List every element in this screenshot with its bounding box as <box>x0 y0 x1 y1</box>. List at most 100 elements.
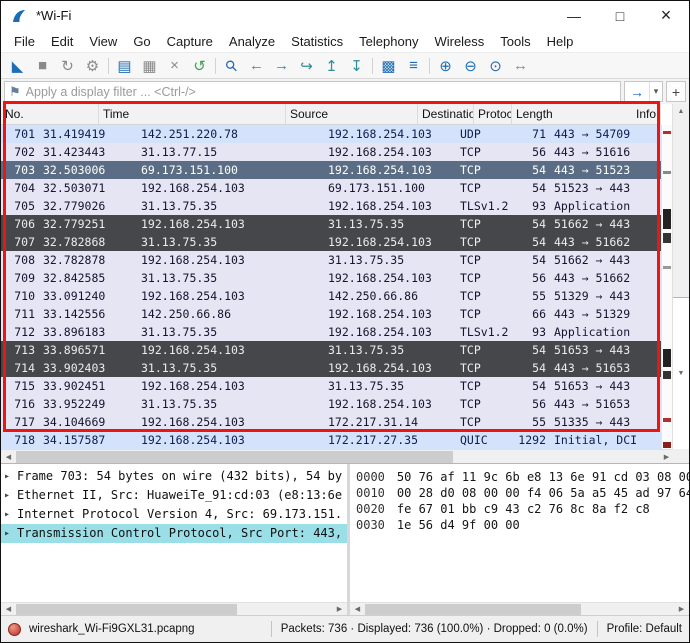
packet-row[interactable]: 712 33.896183 31.13.75.35 192.168.254.10… <box>1 323 661 341</box>
go-last-packet-icon[interactable]: ↧ <box>344 55 369 77</box>
go-forward-icon[interactable]: → <box>269 55 294 77</box>
packet-row[interactable]: 709 32.842585 31.13.75.35 192.168.254.10… <box>1 269 661 287</box>
capture-file-name: wireshark_Wi-Fi9GXL31.pcapng <box>29 623 195 635</box>
packet-row[interactable]: 706 32.779251 192.168.254.103 31.13.75.3… <box>1 215 661 233</box>
display-filter-input[interactable] <box>26 85 616 99</box>
detail-tree-line[interactable]: ▸ Ethernet II, Src: HuaweiTe_91:cd:03 (e… <box>1 486 347 505</box>
packet-row[interactable]: 704 32.503071 192.168.254.103 69.173.151… <box>1 179 661 197</box>
hex-dump-line[interactable]: 001000 28 d0 08 00 00 f4 06 5a a5 45 ad … <box>356 485 689 501</box>
minimize-button[interactable]: — <box>551 1 597 30</box>
minimap-mark <box>663 266 671 269</box>
toolbar-separator[interactable] <box>105 55 112 77</box>
filter-bar: ⚑ → ▾ + <box>1 79 689 104</box>
packet-row[interactable]: 714 33.902403 31.13.75.35 192.168.254.10… <box>1 359 661 377</box>
packet-list-hscrollbar[interactable]: ◀ ▶ <box>1 449 674 463</box>
go-to-packet-icon[interactable]: ↪ <box>294 55 319 77</box>
filter-dropdown-icon[interactable]: ▾ <box>649 82 662 101</box>
menu-item[interactable]: Go <box>125 32 158 51</box>
packet-minimap[interactable] <box>661 125 672 449</box>
menu-item[interactable]: Statistics <box>283 32 351 51</box>
add-filter-button-icon[interactable]: + <box>666 81 686 102</box>
start-capture-icon[interactable]: ◣ <box>5 55 30 77</box>
close-button[interactable]: × <box>643 1 689 30</box>
go-back-icon[interactable]: ← <box>244 55 269 77</box>
status-bar: wireshark_Wi-Fi9GXL31.pcapng Packets: 73… <box>1 615 689 642</box>
menu-item[interactable]: Telephony <box>351 32 426 51</box>
detail-tree-line[interactable]: ▸ Internet Protocol Version 4, Src: 69.1… <box>1 505 347 524</box>
menu-item[interactable]: Edit <box>43 32 81 51</box>
hscroll-thumb[interactable] <box>16 604 237 615</box>
bytes-hscrollbar[interactable]: ◀ ▶ <box>350 602 689 615</box>
packet-list-vscrollbar[interactable]: ▲ ▼ <box>672 104 689 449</box>
expert-info-icon[interactable] <box>8 623 21 636</box>
column-header[interactable]: Source <box>286 104 418 124</box>
packet-row[interactable]: 717 34.104669 192.168.254.103 172.217.31… <box>1 413 661 431</box>
menu-item[interactable]: Wireless <box>426 32 492 51</box>
go-first-packet-icon[interactable]: ↥ <box>319 55 344 77</box>
details-hscrollbar[interactable]: ◀ ▶ <box>1 602 347 615</box>
stop-capture-icon[interactable]: ■ <box>30 55 55 77</box>
menu-item[interactable]: File <box>6 32 43 51</box>
close-file-icon[interactable]: × <box>162 55 187 77</box>
packet-row[interactable]: 715 33.902451 192.168.254.103 31.13.75.3… <box>1 377 661 395</box>
hex-dump-line[interactable]: 00301e 56 d4 9f 00 00 <box>356 517 689 533</box>
scroll-up-icon[interactable]: ▲ <box>673 104 689 119</box>
column-header[interactable]: Time <box>99 104 286 124</box>
packet-row[interactable]: 713 33.896571 192.168.254.103 31.13.75.3… <box>1 341 661 359</box>
scroll-left-icon[interactable]: ◀ <box>1 602 16 615</box>
expand-arrow-icon[interactable]: ▸ <box>4 524 17 543</box>
menu-item[interactable]: Tools <box>492 32 538 51</box>
apply-filter-icon[interactable]: → <box>625 82 649 101</box>
packet-row[interactable]: 705 32.779026 31.13.75.35 192.168.254.10… <box>1 197 661 215</box>
filter-bookmark-icon[interactable]: ⚑ <box>9 84 21 100</box>
column-header[interactable]: Protocol <box>474 104 512 124</box>
zoom-out-icon[interactable]: ⊖ <box>458 55 483 77</box>
scroll-left-icon[interactable]: ◀ <box>350 602 365 615</box>
capture-options-icon[interactable]: ⚙ <box>80 55 105 77</box>
scroll-left-icon[interactable]: ◀ <box>1 450 16 464</box>
packet-row[interactable]: 701 31.419419 142.251.220.78 192.168.254… <box>1 125 661 143</box>
packet-row[interactable]: 718 34.157587 192.168.254.103 172.217.27… <box>1 431 661 449</box>
detail-tree-line[interactable]: ▸ Frame 703: 54 bytes on wire (432 bits)… <box>1 467 347 486</box>
hex-dump-line[interactable]: 000050 76 af 11 9c 6b e8 13 6e 91 cd 03 … <box>356 469 689 485</box>
profile-label[interactable]: Profile: Default <box>607 623 682 635</box>
toolbar-separator[interactable] <box>426 55 433 77</box>
restart-capture-icon[interactable]: ↻ <box>55 55 80 77</box>
expand-arrow-icon[interactable]: ▸ <box>4 486 17 505</box>
toolbar-separator[interactable] <box>369 55 376 77</box>
packet-row[interactable]: 702 31.423443 31.13.77.15 192.168.254.10… <box>1 143 661 161</box>
scroll-down-icon[interactable]: ▼ <box>673 297 689 449</box>
menu-item[interactable]: View <box>81 32 125 51</box>
save-file-icon[interactable]: ▦ <box>137 55 162 77</box>
packet-row[interactable]: 707 32.782868 31.13.75.35 192.168.254.10… <box>1 233 661 251</box>
column-header[interactable]: No. <box>1 104 99 124</box>
detail-tree-line[interactable]: ▸ Transmission Control Protocol, Src Por… <box>1 524 347 543</box>
expand-arrow-icon[interactable]: ▸ <box>4 505 17 524</box>
scroll-right-icon[interactable]: ▶ <box>674 602 689 615</box>
hscroll-thumb[interactable] <box>365 604 581 615</box>
packet-row[interactable]: 710 33.091240 192.168.254.103 142.250.66… <box>1 287 661 305</box>
menu-item[interactable]: Analyze <box>221 32 283 51</box>
autoscroll-icon[interactable]: ≡ <box>401 55 426 77</box>
open-file-icon[interactable]: ▤ <box>112 55 137 77</box>
column-header[interactable]: Info <box>632 104 661 124</box>
colorize-icon[interactable]: ▩ <box>376 55 401 77</box>
column-header[interactable]: Length <box>512 104 632 124</box>
packet-row[interactable]: 716 33.952249 31.13.75.35 192.168.254.10… <box>1 395 661 413</box>
menu-item[interactable]: Capture <box>159 32 221 51</box>
zoom-in-icon[interactable]: ⊕ <box>433 55 458 77</box>
packet-row[interactable]: 711 33.142556 142.250.66.86 192.168.254.… <box>1 305 661 323</box>
packet-row[interactable]: 703 32.503006 69.173.151.100 192.168.254… <box>1 161 661 179</box>
packet-row[interactable]: 708 32.782878 192.168.254.103 31.13.75.3… <box>1 251 661 269</box>
resize-columns-icon[interactable]: ↔ <box>508 55 533 77</box>
reload-file-icon[interactable]: ↺ <box>187 55 212 77</box>
column-header[interactable]: Destination <box>418 104 474 124</box>
hscroll-thumb[interactable] <box>16 451 453 463</box>
hex-dump-line[interactable]: 0020fe 67 01 bb c9 43 c2 76 8c 8a f2 c8 <box>356 501 689 517</box>
scroll-right-icon[interactable]: ▶ <box>332 602 347 615</box>
wireshark-window: *Wi-Fi — □ × FileEditViewGoCaptureAnalyz… <box>0 0 690 643</box>
expand-arrow-icon[interactable]: ▸ <box>4 467 17 486</box>
menu-item[interactable]: Help <box>539 32 582 51</box>
maximize-button[interactable]: □ <box>597 1 643 30</box>
zoom-original-icon[interactable]: ⊙ <box>483 55 508 77</box>
